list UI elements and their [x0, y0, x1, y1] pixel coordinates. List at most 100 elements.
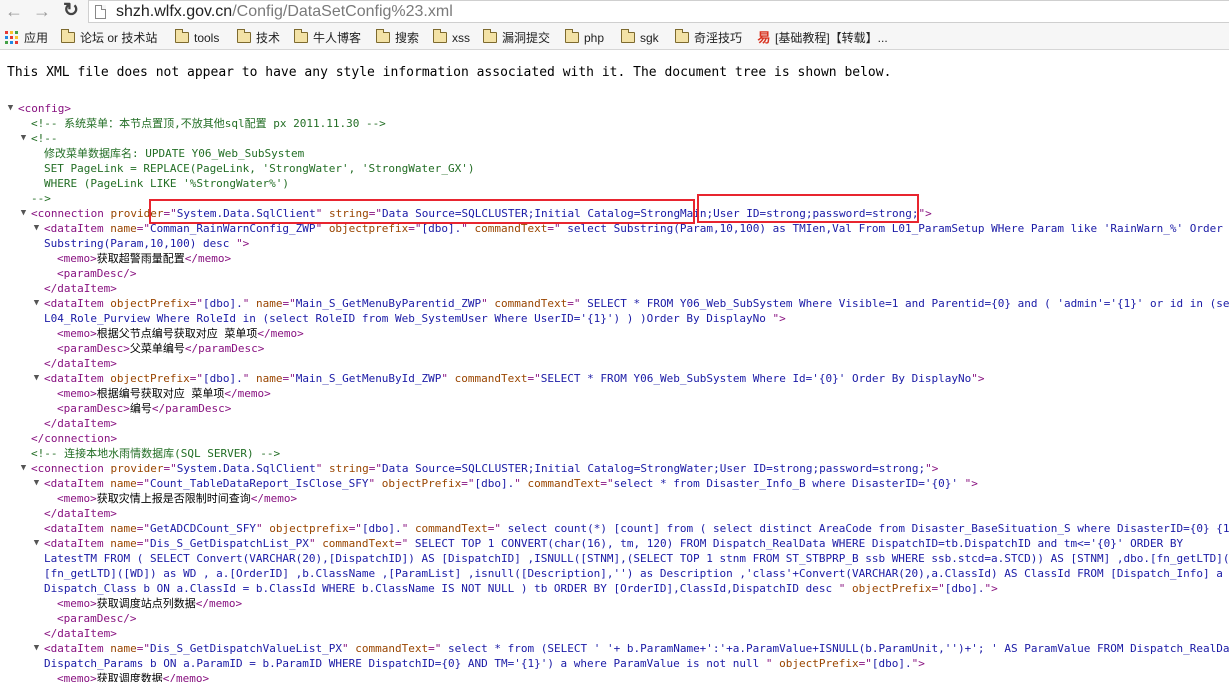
- xml-token: System.Data.SqlClient: [176, 462, 316, 475]
- xml-token: select * from (SELECT ' '+ b.ParamName+'…: [441, 642, 1229, 655]
- xml-line: SET PageLink = REPLACE(PageLink, 'Strong…: [44, 161, 474, 176]
- xml-token: <connection: [31, 207, 104, 220]
- xml-line: <paramDesc/>: [57, 611, 136, 626]
- xml-document-tree: ▼ <config> <!-- 系统菜单：本节点置顶,不放其他sql配置 px 20…: [0, 100, 1229, 682]
- xml-token: commandText: [527, 477, 601, 490]
- xml-line: [fn_getLTD]([WD]) as WD , a.[OrderID] ,b…: [44, 566, 1229, 581]
- xml-token: ": [255, 522, 263, 535]
- xml-token: commandText: [414, 522, 488, 535]
- xml-line: <connection provider="System.Data.SqlCli…: [31, 461, 938, 476]
- xml-token: System.Data.SqlClient: [176, 207, 316, 220]
- apps-grid-icon: [5, 31, 18, 44]
- collapse-toggle-icon[interactable]: ▼: [32, 641, 41, 656]
- xml-token: </dataItem>: [44, 357, 117, 370]
- xml-token: </memo>: [162, 672, 210, 682]
- xml-token: <memo>: [57, 387, 97, 400]
- xml-token: [322, 222, 329, 235]
- xml-token: SELECT * FROM Y06_Web_SubSystem Where Id…: [540, 372, 972, 385]
- xml-token: ">: [236, 237, 250, 250]
- bookmark-forum[interactable]: 论坛 or 技术站: [61, 25, 157, 50]
- xml-token: </dataItem>: [44, 507, 117, 520]
- xml-token: name: [255, 372, 283, 385]
- xml-token: 根据父节点编号获取对应 菜单项: [96, 327, 258, 340]
- collapse-toggle-icon[interactable]: ▼: [32, 371, 41, 386]
- collapse-toggle-icon[interactable]: ▼: [32, 296, 41, 311]
- xml-token: SELECT TOP 1 CONVERT(char(16), tm, 120) …: [408, 537, 1184, 550]
- xml-token: -->: [31, 192, 51, 205]
- bookmark-apps[interactable]: 应用: [5, 25, 48, 50]
- xml-token: [dbo].: [361, 522, 402, 535]
- xml-token: 编号: [129, 402, 152, 415]
- xml-token: ": [514, 477, 521, 490]
- bookmark-label: 牛人博客: [313, 31, 362, 45]
- xml-line: <dataItem name="Count_TableDataReport_Is…: [44, 476, 978, 491]
- xml-token: <paramDesc/>: [57, 267, 137, 280]
- xml-line: </dataItem>: [44, 281, 117, 296]
- xml-line: <memo>根据父节点编号获取对应 菜单项</memo>: [57, 326, 304, 341]
- xml-token: <memo>: [57, 672, 97, 682]
- xml-token: Data Source=SQLCLUSTER;Initial Catalog=S…: [382, 462, 926, 475]
- back-arrow-icon[interactable]: ←: [3, 0, 25, 22]
- xml-line: <config>: [18, 101, 71, 116]
- xml-token: select count(*) [count] from ( select di…: [501, 522, 1229, 535]
- xml-token: ": [342, 642, 349, 655]
- collapse-toggle-icon[interactable]: ▼: [19, 461, 28, 476]
- xml-token: L04_Role_Purview Where RoleId in (select…: [44, 312, 773, 325]
- bookmark-php[interactable]: php: [565, 25, 604, 50]
- xml-token: <connection: [31, 462, 104, 475]
- xml-token: [408, 522, 415, 535]
- collapse-toggle-icon[interactable]: ▼: [32, 221, 41, 236]
- xml-token: 父菜单编号: [129, 342, 185, 355]
- xml-token: objectPrefix: [110, 372, 190, 385]
- bookmark-tech[interactable]: 技术: [237, 25, 280, 50]
- bookmark-blogs[interactable]: 牛人博客: [294, 25, 361, 50]
- xml-token: =": [136, 642, 150, 655]
- forward-arrow-icon[interactable]: →: [31, 0, 53, 22]
- url-text[interactable]: shzh.wlfx.gov.cn/Config/DataSetConfig%23…: [116, 2, 453, 22]
- xml-token: commandText: [322, 537, 396, 550]
- xml-token: =": [282, 372, 296, 385]
- xml-token: <dataItem: [44, 372, 104, 385]
- xml-token: =": [136, 222, 150, 235]
- xml-token: name: [255, 297, 283, 310]
- collapse-toggle-icon[interactable]: ▼: [19, 131, 28, 146]
- xml-token: <!-- 连接本地水雨情数据库(SQL SERVER) -->: [31, 447, 281, 460]
- xml-token: Main_S_GetMenuByParentid_ZWP: [295, 297, 482, 310]
- xml-token: <dataItem: [44, 297, 104, 310]
- xml-token: commandText: [474, 222, 548, 235]
- bookmark-sgk[interactable]: sgk: [621, 25, 659, 50]
- xml-line: <!-- 系统菜单：本节点置顶,不放其他sql配置 px 2011.11.30 …: [31, 116, 386, 131]
- xml-token: ">: [984, 582, 998, 595]
- address-bar[interactable]: shzh.wlfx.gov.cn/Config/DataSetConfig%23…: [88, 0, 1229, 23]
- bookmark-tutorial[interactable]: 易 [基础教程]【转载】...: [757, 25, 887, 50]
- xml-token: =": [547, 222, 561, 235]
- xml-line: <memo>获取灾情上报是否限制时间查询</memo>: [57, 491, 297, 506]
- xml-token: ">: [925, 462, 939, 475]
- bookmark-label: php: [584, 30, 605, 45]
- xml-token: objectprefix: [328, 222, 409, 235]
- xml-token: =": [567, 297, 581, 310]
- xml-token: ">: [918, 207, 932, 220]
- bookmark-tricks[interactable]: 奇淫技巧: [675, 25, 742, 50]
- xml-token: ": [308, 537, 316, 550]
- xml-token: </paramDesc>: [184, 342, 265, 355]
- bookmark-vuln-submit[interactable]: 漏洞提交: [483, 25, 550, 50]
- xml-line: <memo>获取超警雨量配置</memo>: [57, 251, 231, 266]
- collapse-toggle-icon[interactable]: ▼: [32, 536, 41, 551]
- collapse-toggle-icon[interactable]: ▼: [6, 101, 15, 116]
- folder-icon: [376, 29, 390, 43]
- folder-icon: [565, 29, 579, 43]
- collapse-toggle-icon[interactable]: ▼: [32, 476, 41, 491]
- xml-token: <memo>: [57, 597, 97, 610]
- reload-icon[interactable]: ↻: [60, 0, 82, 22]
- collapse-toggle-icon[interactable]: ▼: [19, 206, 28, 221]
- xml-token: [249, 372, 256, 385]
- xml-token: =": [136, 522, 150, 535]
- bookmark-search[interactable]: 搜索: [376, 25, 419, 50]
- bookmark-xss[interactable]: xss: [433, 25, 470, 50]
- xml-token: commandText: [355, 642, 429, 655]
- xml-token: ">: [971, 372, 985, 385]
- xml-token: <memo>: [57, 252, 97, 265]
- bookmark-tools[interactable]: tools: [175, 25, 219, 50]
- xml-token: select * from Disaster_Info_B where Disa…: [613, 477, 965, 490]
